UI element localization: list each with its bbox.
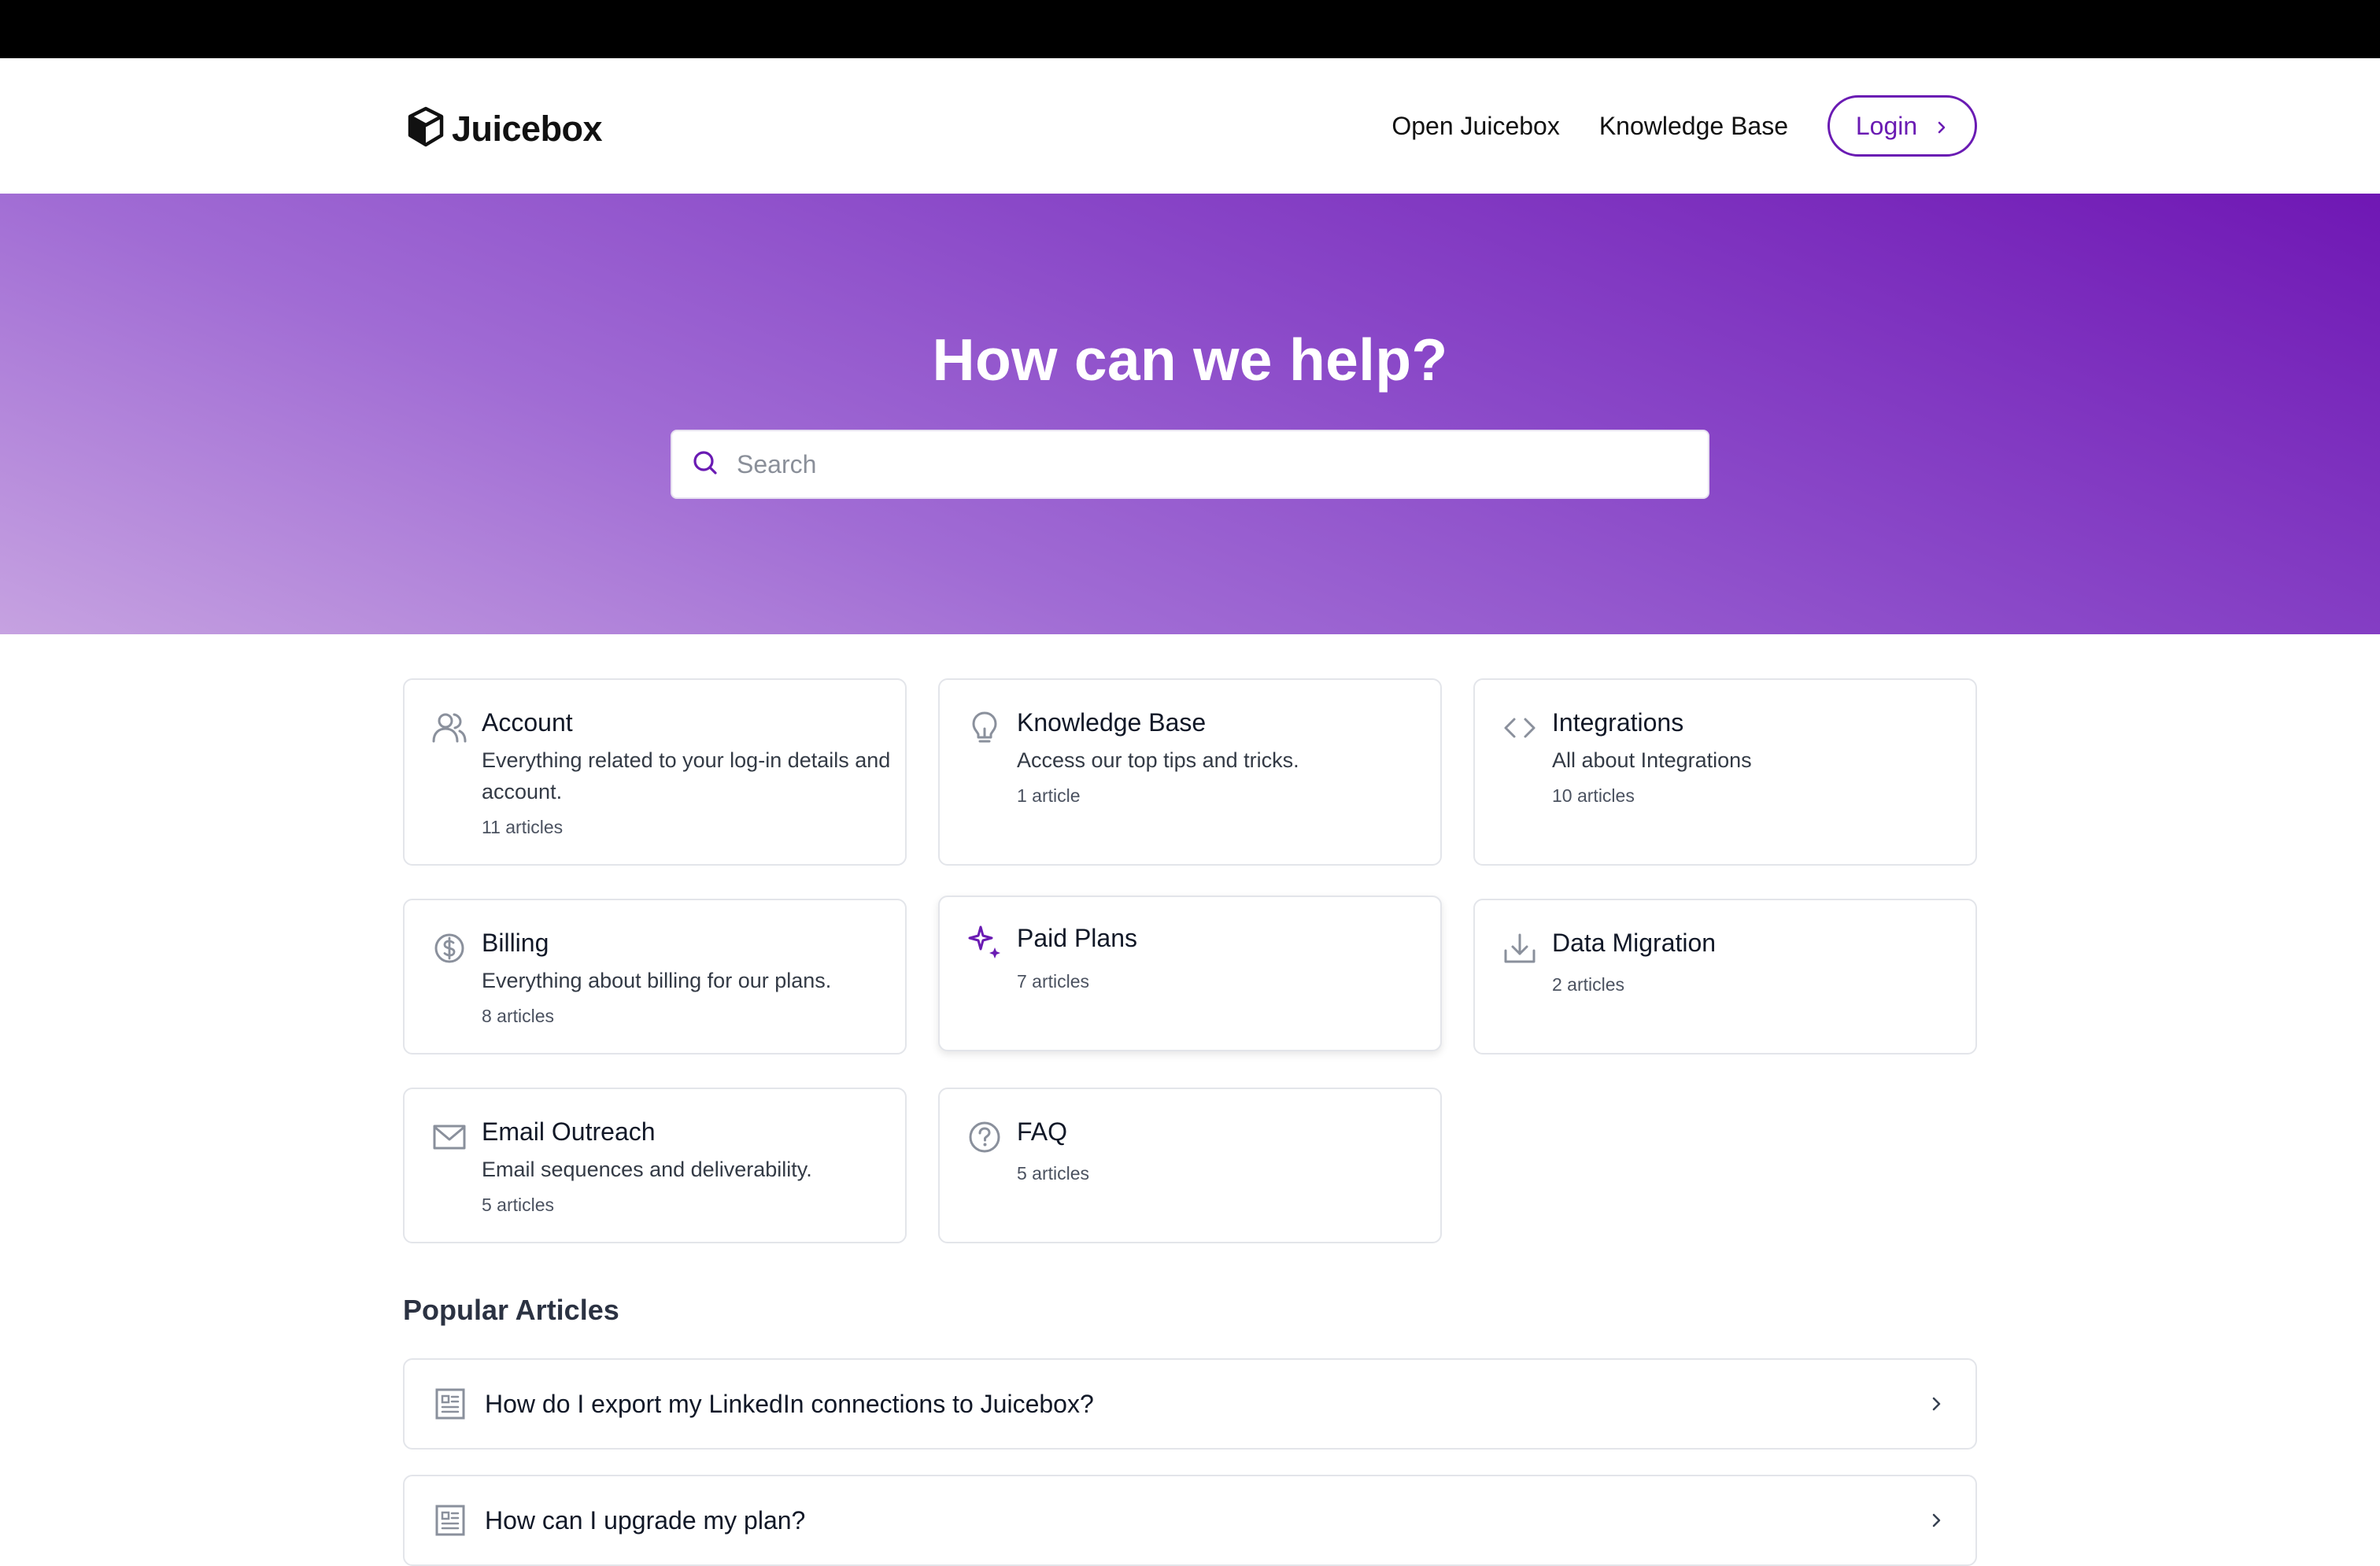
category-card-email-outreach[interactable]: Email Outreach Email sequences and deliv… — [403, 1088, 907, 1243]
article-row[interactable]: How can I upgrade my plan? — [403, 1475, 1977, 1566]
article-row[interactable]: How do I export my LinkedIn connections … — [403, 1358, 1977, 1450]
category-card-data-migration[interactable]: Data Migration 2 articles — [1473, 899, 1977, 1054]
dollar-circle-icon — [431, 930, 468, 966]
category-description: Everything about billing for our plans. — [482, 969, 832, 992]
category-description: Everything related to your log-in detail… — [482, 748, 891, 803]
nav-knowledge-base[interactable]: Knowledge Base — [1599, 112, 1788, 141]
brand-logo[interactable]: Juicebox — [406, 105, 603, 152]
category-article-count: 5 articles — [482, 1195, 555, 1215]
category-card-faq[interactable]: FAQ 5 articles — [938, 1088, 1442, 1243]
top-bar — [0, 0, 2380, 58]
popular-articles-heading: Popular Articles — [403, 1294, 619, 1326]
category-article-count: 7 articles — [1017, 971, 1090, 992]
users-icon — [431, 710, 468, 746]
top-nav: Open Juicebox Knowledge Base Login — [1391, 95, 1977, 157]
category-title: Billing — [482, 929, 549, 957]
sparkles-icon — [966, 924, 1003, 960]
question-circle-icon — [966, 1119, 1003, 1155]
document-icon — [434, 1387, 466, 1420]
category-article-count: 8 articles — [482, 1006, 555, 1026]
chevron-right-icon — [1935, 112, 1949, 141]
search-bar[interactable] — [671, 430, 1709, 499]
chevron-right-icon — [1928, 1512, 1944, 1528]
category-title: Email Outreach — [482, 1117, 656, 1146]
category-article-count: 5 articles — [1017, 1163, 1090, 1184]
login-label: Login — [1855, 111, 1918, 140]
hero-banner: How can we help? — [0, 194, 2380, 634]
category-article-count: 11 articles — [482, 817, 564, 837]
category-card-knowledge-base[interactable]: Knowledge Base Access our top tips and t… — [938, 678, 1442, 866]
lightbulb-icon — [966, 710, 1003, 746]
category-title: Knowledge Base — [1017, 708, 1207, 737]
category-description: All about Integrations — [1552, 748, 1752, 772]
hero-title: How can we help? — [932, 327, 1448, 393]
category-card-billing[interactable]: Billing Everything about billing for our… — [403, 899, 907, 1054]
category-article-count: 2 articles — [1552, 974, 1625, 995]
category-card-paid-plans[interactable]: Paid Plans 7 articles — [938, 896, 1442, 1051]
search-input[interactable] — [737, 449, 1681, 479]
chevron-right-icon — [1928, 1396, 1944, 1412]
category-title: Data Migration — [1552, 929, 1717, 957]
category-description: Email sequences and deliverability. — [482, 1158, 812, 1181]
category-card-account[interactable]: Account Everything related to your log-i… — [403, 678, 907, 866]
brand-name: Juicebox — [452, 108, 603, 149]
category-card-integrations[interactable]: Integrations All about Integrations 10 a… — [1473, 678, 1977, 866]
nav-open-juicebox[interactable]: Open Juicebox — [1391, 112, 1559, 141]
juicebox-logo-icon — [406, 105, 445, 152]
category-title: FAQ — [1017, 1117, 1068, 1146]
article-title: How can I upgrade my plan? — [485, 1505, 806, 1535]
site-header: Juicebox Open Juicebox Knowledge Base Lo… — [0, 58, 2380, 194]
login-button[interactable]: Login — [1828, 95, 1977, 157]
code-icon — [1502, 710, 1538, 746]
document-icon — [434, 1504, 466, 1537]
category-title: Integrations — [1552, 708, 1684, 737]
category-article-count: 1 article — [1017, 785, 1081, 806]
category-description: Access our top tips and tricks. — [1017, 748, 1299, 772]
category-article-count: 10 articles — [1552, 785, 1635, 806]
category-title: Account — [482, 708, 573, 737]
category-title: Paid Plans — [1017, 924, 1137, 952]
mail-icon — [431, 1119, 468, 1155]
article-title: How do I export my LinkedIn connections … — [485, 1389, 1094, 1418]
search-icon — [672, 449, 719, 481]
download-tray-icon — [1502, 930, 1538, 966]
